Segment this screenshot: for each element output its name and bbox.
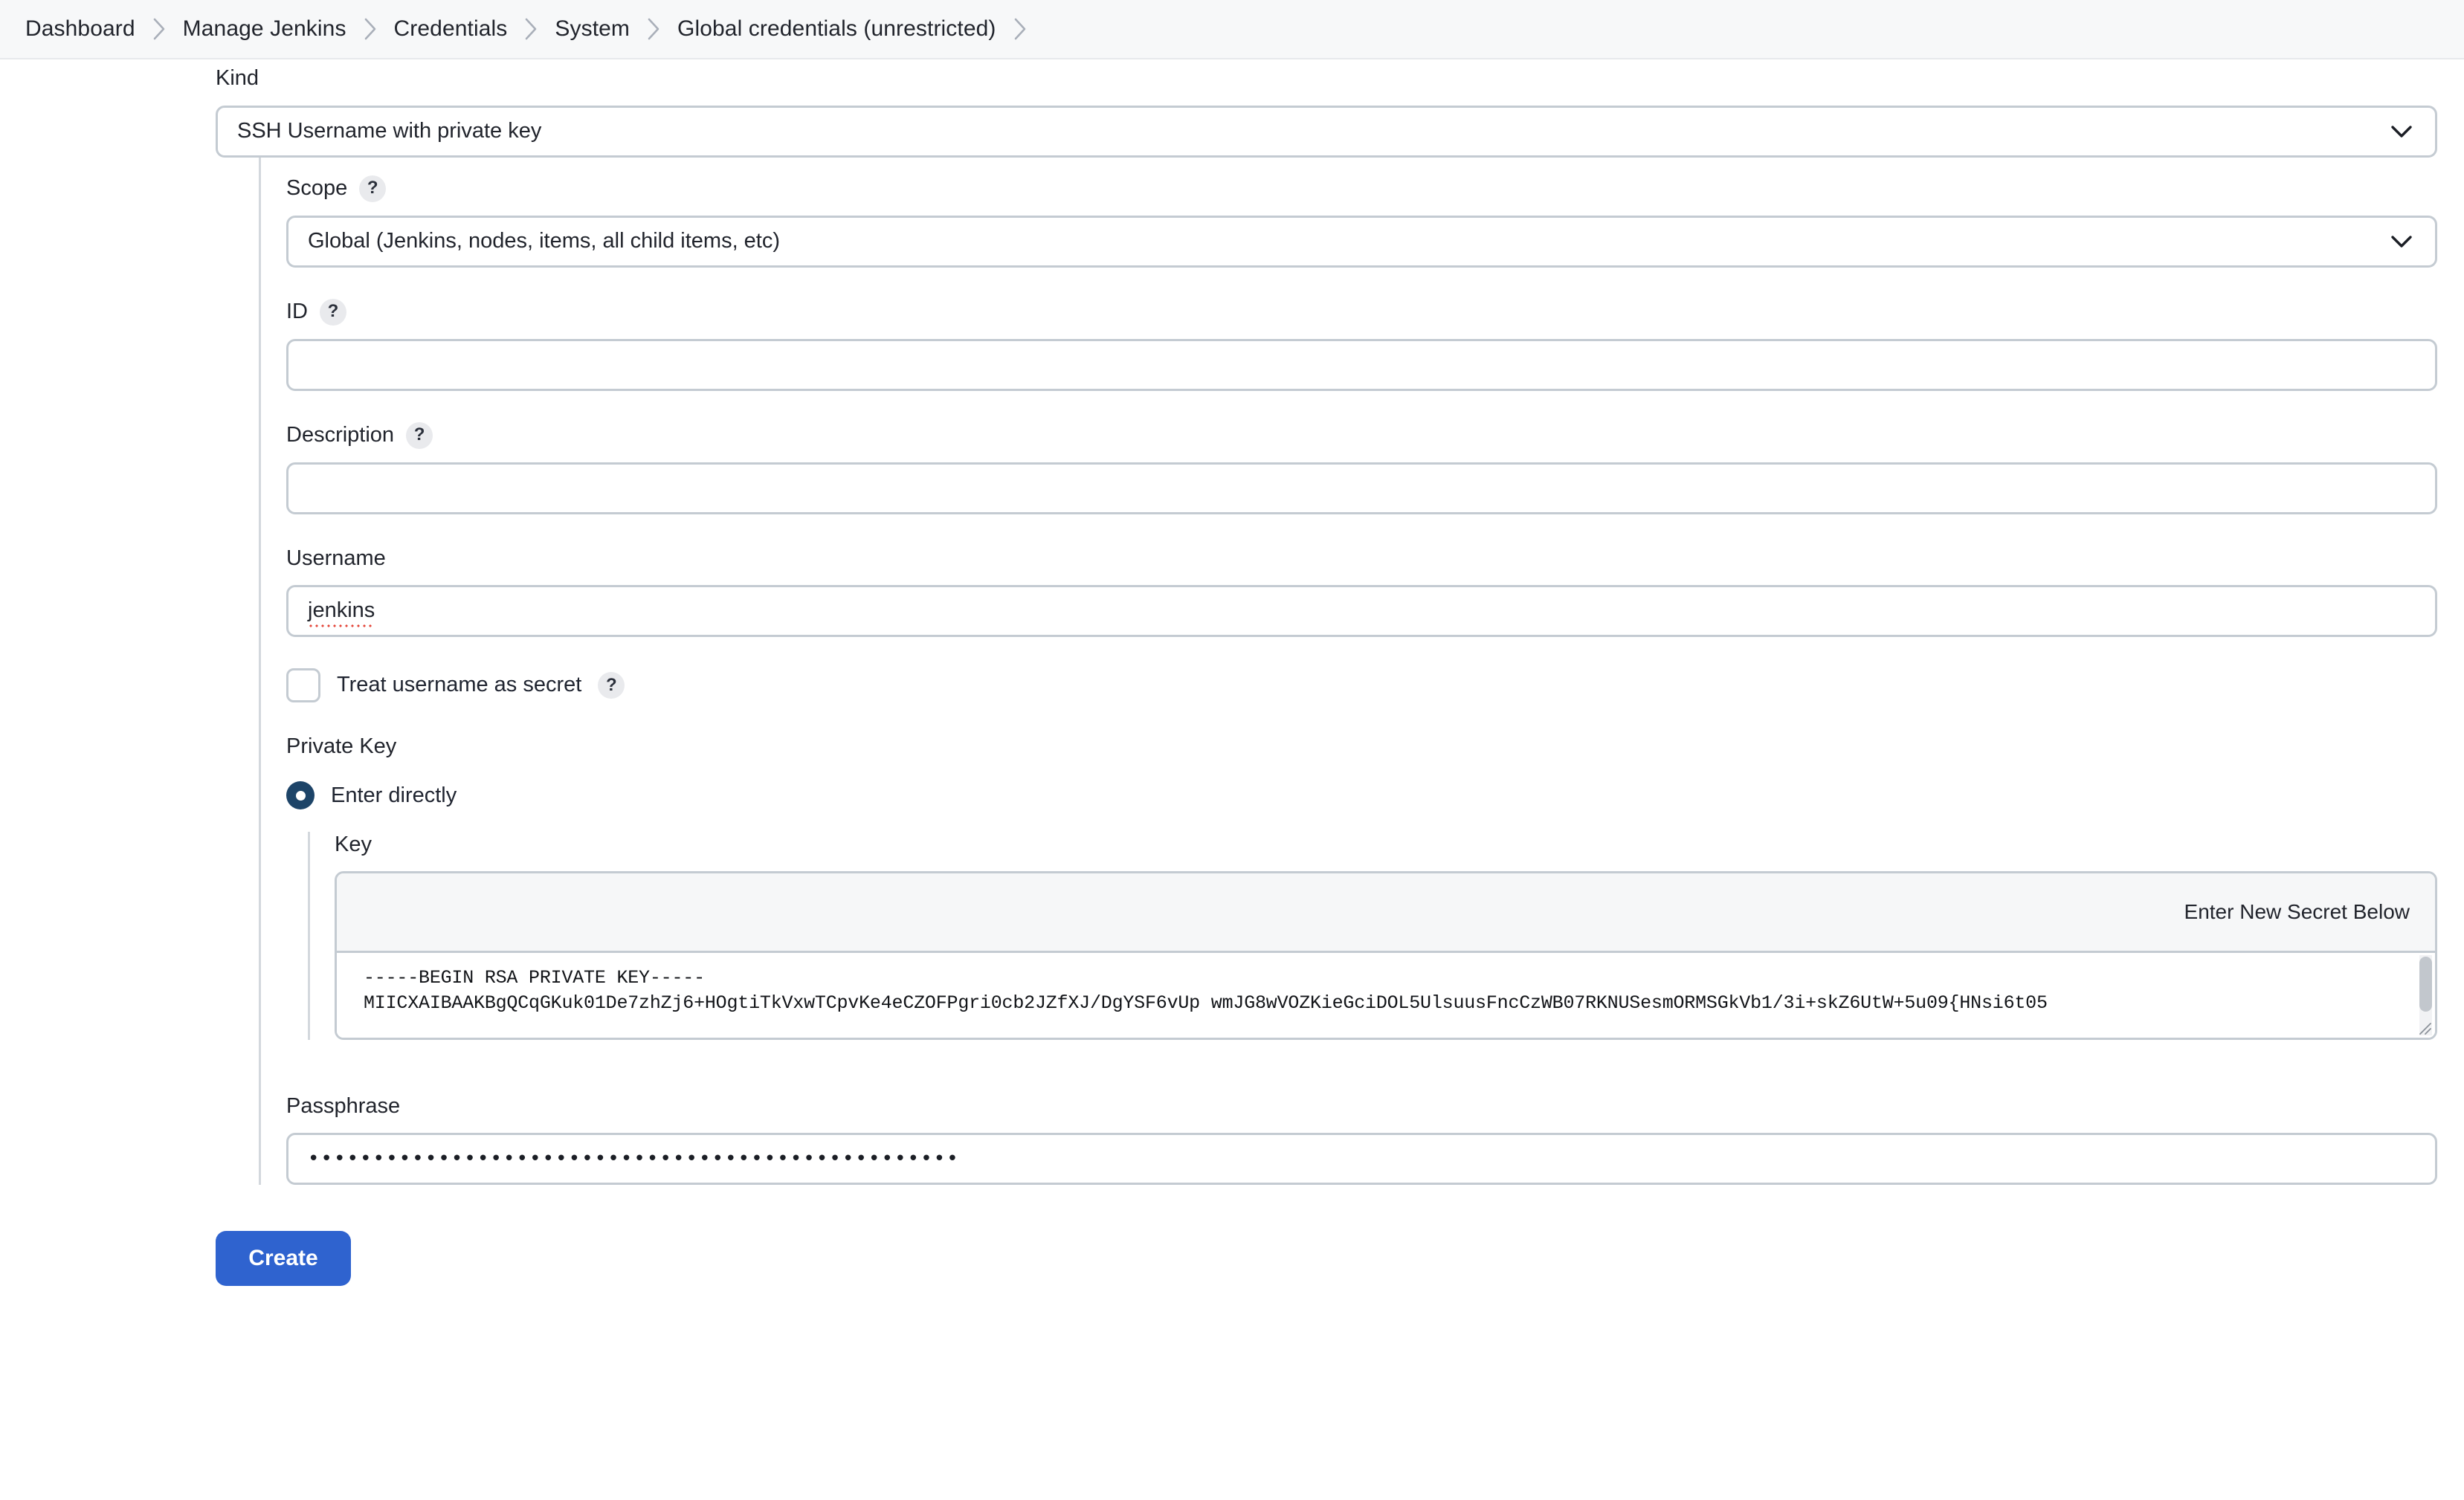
- key-textarea[interactable]: -----BEGIN RSA PRIVATE KEY----- MIICXAIB…: [337, 953, 2435, 1038]
- credential-details-group: Scope ? Global (Jenkins, nodes, items, a…: [259, 158, 2464, 1185]
- form-actions: Create: [0, 1185, 2464, 1286]
- username-label: Username: [286, 546, 2437, 572]
- field-treat-username-as-secret[interactable]: Treat username as secret ?: [286, 668, 2437, 702]
- private-key-entry-group: Key Enter New Secret Below -----BEGIN RS…: [308, 832, 2437, 1040]
- credentials-form: Kind SSH Username with private key Scope…: [0, 59, 2464, 1286]
- kind-select-value: SSH Username with private key: [237, 119, 541, 143]
- resize-handle-icon[interactable]: [2415, 1018, 2431, 1035]
- treat-username-as-secret-checkbox[interactable]: [286, 668, 320, 702]
- description-label-row: Description ?: [286, 422, 2437, 449]
- chevron-right-icon: [646, 17, 661, 41]
- radio-dot: [296, 791, 306, 801]
- field-private-key: Private Key Enter directly Key Enter New…: [286, 734, 2437, 1041]
- chevron-down-icon: [2390, 124, 2413, 139]
- scope-label: Scope: [286, 175, 347, 201]
- field-kind: Kind SSH Username with private key: [0, 65, 2464, 158]
- kind-label: Kind: [216, 65, 2437, 91]
- field-passphrase: Passphrase •••••••••••••••••••••••••••••…: [286, 1093, 2437, 1185]
- breadcrumb-item-global-credentials[interactable]: Global credentials (unrestricted): [677, 16, 996, 42]
- chevron-down-icon: [2390, 234, 2413, 249]
- key-secret-header: Enter New Secret Below: [337, 873, 2435, 953]
- private-key-label: Private Key: [286, 734, 2437, 760]
- field-id: ID ?: [286, 299, 2437, 391]
- help-icon[interactable]: ?: [359, 175, 386, 202]
- passphrase-input-value: ••••••••••••••••••••••••••••••••••••••••…: [308, 1148, 960, 1170]
- field-description: Description ?: [286, 422, 2437, 514]
- id-label: ID: [286, 299, 308, 325]
- breadcrumb-item-manage-jenkins[interactable]: Manage Jenkins: [183, 16, 346, 42]
- scope-label-row: Scope ?: [286, 175, 2437, 202]
- private-key-enter-directly-option[interactable]: Enter directly: [286, 781, 2437, 809]
- help-icon[interactable]: ?: [406, 422, 433, 449]
- breadcrumb-item-dashboard[interactable]: Dashboard: [25, 16, 135, 42]
- key-label: Key: [335, 832, 2437, 858]
- kind-select[interactable]: SSH Username with private key: [216, 106, 2437, 158]
- chevron-right-icon: [152, 17, 167, 41]
- key-textarea-value: -----BEGIN RSA PRIVATE KEY----- MIICXAIB…: [337, 953, 2435, 1016]
- passphrase-label: Passphrase: [286, 1093, 2437, 1119]
- id-input[interactable]: [286, 339, 2437, 391]
- enter-directly-label: Enter directly: [331, 783, 457, 808]
- key-secret-widget: Enter New Secret Below -----BEGIN RSA PR…: [335, 871, 2437, 1040]
- scope-select-value: Global (Jenkins, nodes, items, all child…: [308, 229, 780, 253]
- breadcrumb-item-credentials[interactable]: Credentials: [394, 16, 508, 42]
- description-label: Description: [286, 422, 394, 448]
- help-icon[interactable]: ?: [320, 299, 346, 326]
- treat-username-as-secret-label: Treat username as secret: [337, 673, 581, 697]
- username-input[interactable]: jenkins: [286, 585, 2437, 637]
- breadcrumb-item-system[interactable]: System: [555, 16, 630, 42]
- enter-new-secret-below-note: Enter New Secret Below: [2184, 900, 2410, 924]
- scope-select[interactable]: Global (Jenkins, nodes, items, all child…: [286, 216, 2437, 268]
- chevron-right-icon: [1013, 17, 1028, 41]
- field-username: Username jenkins: [286, 546, 2437, 637]
- username-input-value: jenkins: [308, 598, 375, 623]
- passphrase-input[interactable]: ••••••••••••••••••••••••••••••••••••••••…: [286, 1133, 2437, 1185]
- radio-enter-directly[interactable]: [286, 781, 315, 809]
- chevron-right-icon: [363, 17, 378, 41]
- create-button[interactable]: Create: [216, 1231, 351, 1286]
- description-input[interactable]: [286, 462, 2437, 514]
- id-label-row: ID ?: [286, 299, 2437, 326]
- help-icon[interactable]: ?: [598, 672, 625, 699]
- breadcrumb: Dashboard Manage Jenkins Credentials Sys…: [0, 0, 2464, 59]
- chevron-right-icon: [523, 17, 538, 41]
- field-scope: Scope ? Global (Jenkins, nodes, items, a…: [286, 175, 2437, 268]
- key-textarea-scrollbar-thumb[interactable]: [2419, 957, 2432, 1012]
